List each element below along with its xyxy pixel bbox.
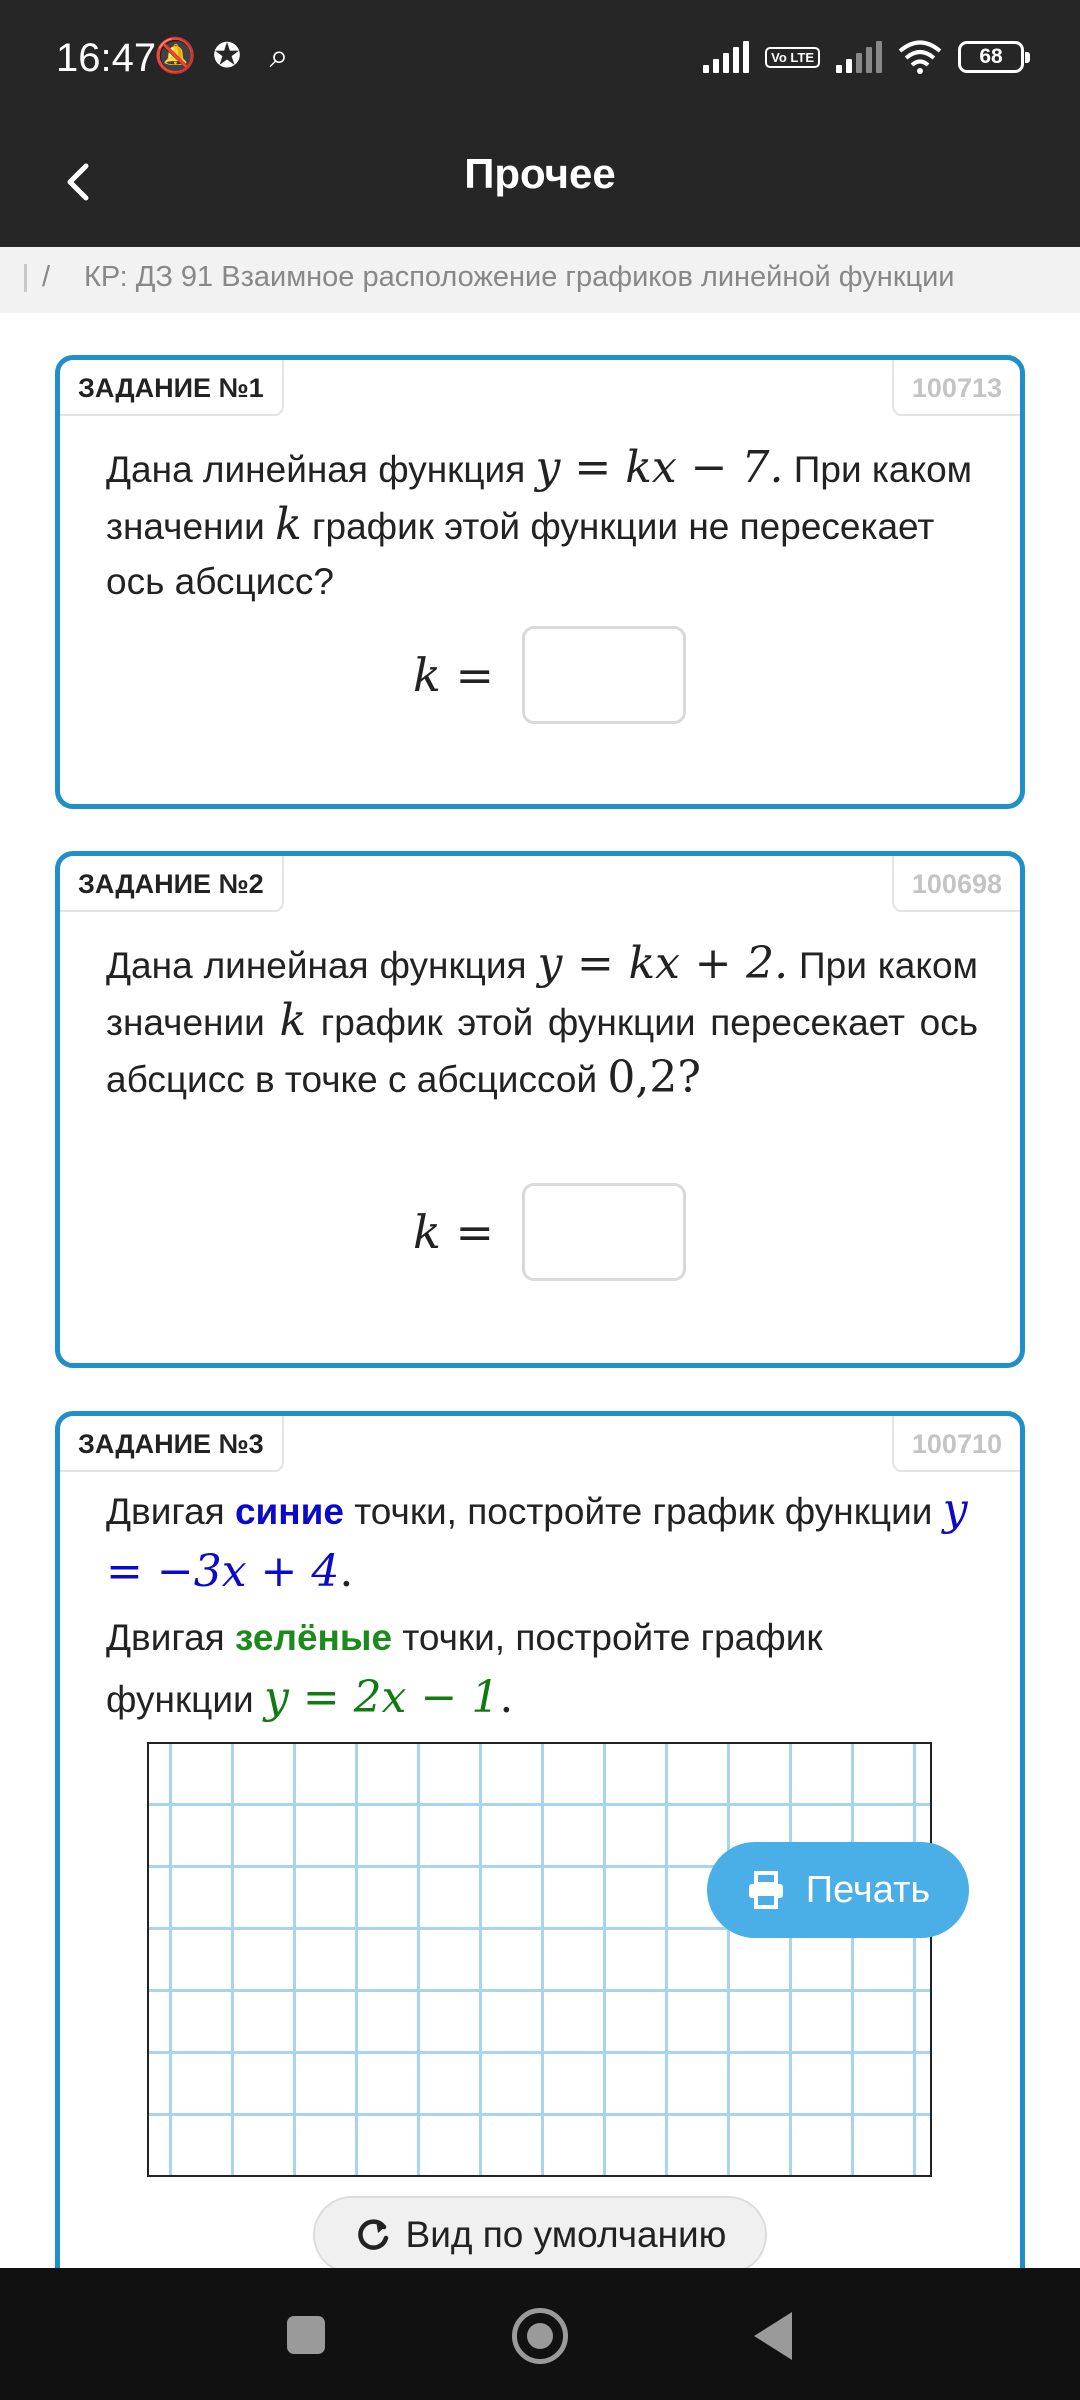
task-id: 100698 (891, 856, 1020, 912)
task-text: Дана линейная функция y = kx + 2. При ка… (106, 938, 978, 1103)
printer-icon (748, 1871, 783, 1909)
formula-green: y = 2x − 1 (263, 1672, 500, 1723)
answer-input[interactable] (522, 626, 686, 724)
print-button-label: Печать (805, 1868, 931, 1911)
recent-apps-icon[interactable] (287, 2316, 325, 2354)
home-icon[interactable] (512, 2308, 568, 2364)
page-title: Прочее (464, 150, 616, 197)
print-button[interactable]: Печать (707, 1842, 969, 1938)
formula: y = kx + 2. (537, 938, 789, 989)
variable: k (275, 499, 302, 550)
task-text: Дана линейная функция y = kx − 7. При ка… (106, 442, 973, 602)
breadcrumb-separator: / (42, 261, 51, 293)
formula: y = kx − 7. (535, 442, 784, 493)
task-card-1: ЗАДАНИЕ №1 100713 Дана линейная функция … (55, 355, 1025, 809)
volte-icon: Vo LTE (765, 46, 820, 68)
reset-view-button[interactable]: Вид по умолчанию (313, 2196, 767, 2274)
refresh-icon (357, 2219, 388, 2250)
app-bar: Прочее (0, 122, 1080, 247)
reset-view-label: Вид по умолчанию (405, 2214, 727, 2255)
variable: k (279, 995, 307, 1046)
task-label: ЗАДАНИЕ №3 (60, 1416, 284, 1472)
graph-grid[interactable] (147, 1742, 932, 2177)
task-id: 100713 (891, 360, 1020, 416)
battery-icon: 68 (958, 41, 1030, 73)
task-label: ЗАДАНИЕ №2 (60, 856, 284, 912)
task-label: ЗАДАНИЕ №1 (60, 360, 284, 416)
signal-1-icon (703, 41, 750, 73)
breadcrumb: / КР: ДЗ 91 Взаимное расположение график… (0, 247, 1080, 313)
breadcrumb-item[interactable]: КР: ДЗ 91 Взаимное расположение графиков… (84, 247, 955, 307)
answer-label: k = (412, 1205, 494, 1259)
signal-2-icon (836, 41, 882, 73)
wifi-icon (898, 40, 942, 74)
status-time: 16:47 (56, 36, 157, 80)
abscissa-value: 0,2? (607, 1052, 701, 1103)
answer-label: k = (412, 648, 494, 702)
task-card-2: ЗАДАНИЕ №2 100698 Дана линейная функция … (55, 851, 1025, 1368)
answer-input[interactable] (522, 1183, 686, 1281)
task-line-blue: Двигая синие точки, постройте график фун… (106, 1484, 968, 1597)
search-icon: ⌕ (269, 37, 289, 75)
back-icon[interactable] (754, 2312, 792, 2360)
task-id: 100710 (891, 1416, 1020, 1472)
task-line-green: Двигая зелёные точки, постройте график ф… (106, 1617, 823, 1723)
mute-notifications-icon: 🔕 (154, 37, 197, 75)
system-nav-bar (0, 2268, 1080, 2400)
status-bar: 16:47 🔕 ✪ ⌕ Vo LTE 68 (0, 0, 1080, 122)
assistant-star-icon: ✪ (212, 37, 242, 75)
